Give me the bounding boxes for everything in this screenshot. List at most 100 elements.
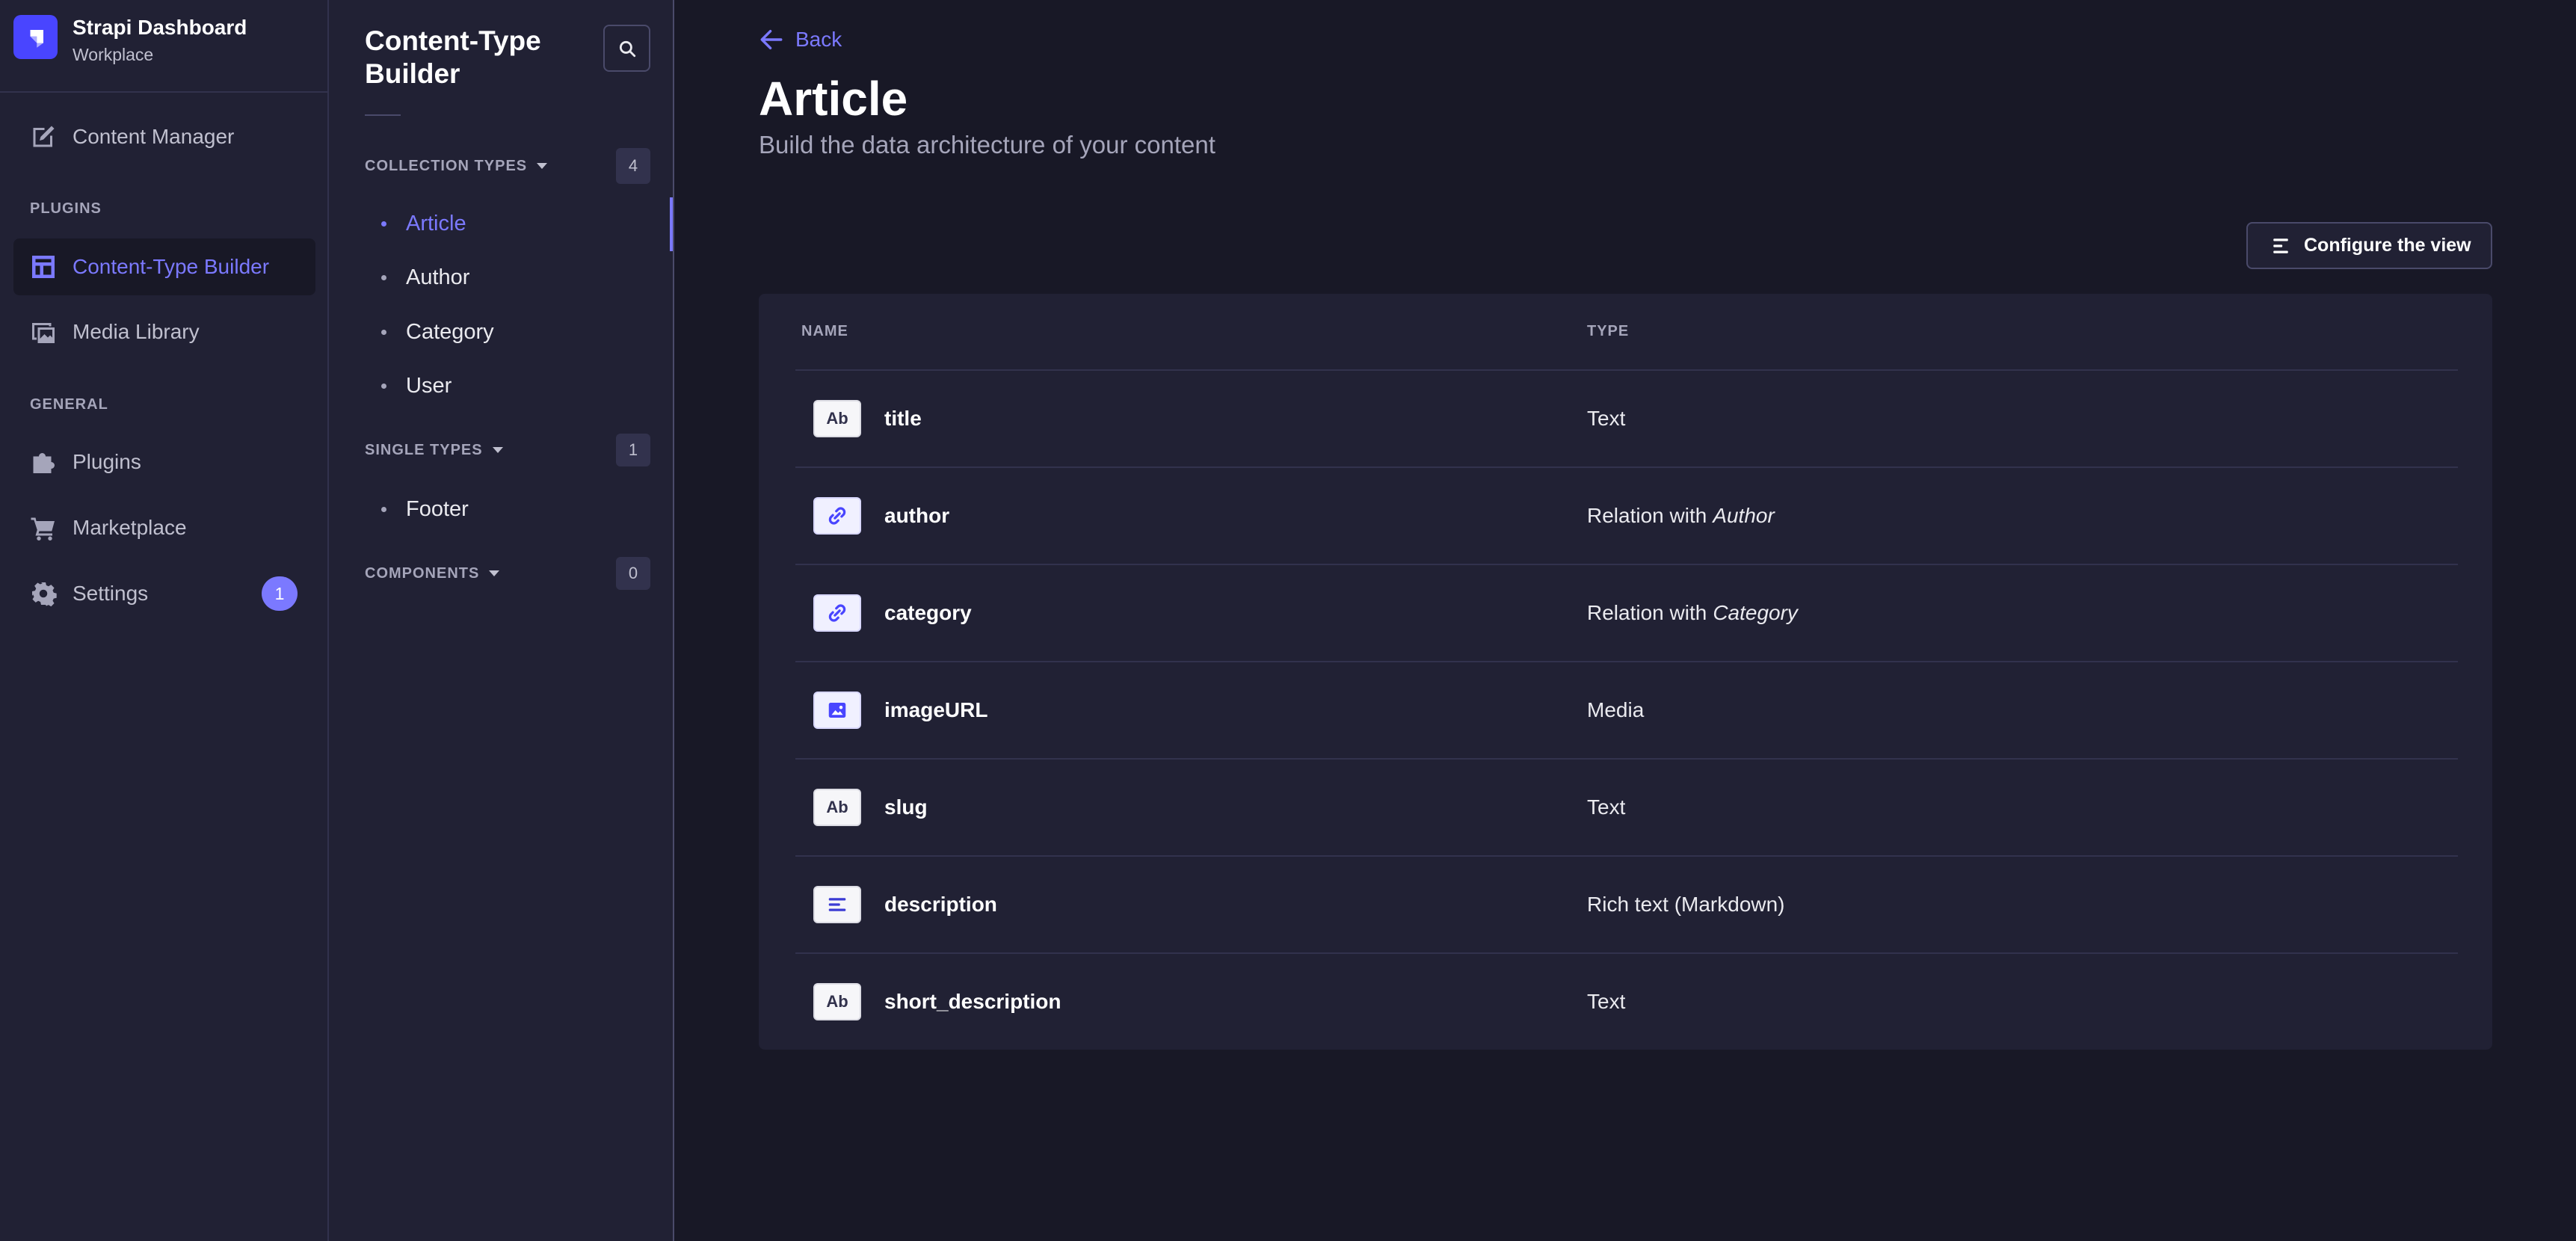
relation-icon xyxy=(813,497,861,535)
subnav-item-user[interactable]: User xyxy=(381,359,452,413)
table-row[interactable]: Ab short_description Text xyxy=(795,952,2458,1050)
puzzle-icon xyxy=(30,449,57,475)
field-type: Text xyxy=(1587,990,1625,1014)
nav-heading-plugins: PLUGINS xyxy=(30,200,102,217)
section-toggle-components[interactable]: COMPONENTS xyxy=(365,564,500,582)
text-icon: Ab xyxy=(813,400,861,437)
field-name: imageURL xyxy=(884,698,988,721)
section-collection-types: COLLECTION TYPES 4 xyxy=(365,148,650,184)
field-type-label: Rich text (Markdown) xyxy=(1587,893,1785,916)
strapi-logo-icon xyxy=(30,29,43,48)
caret-down-icon xyxy=(537,163,548,169)
section-components: COMPONENTS 0 xyxy=(365,557,650,590)
bullet-icon xyxy=(381,506,386,512)
page-subtitle: Build the data architecture of your cont… xyxy=(759,131,1215,158)
text-icon: Ab xyxy=(813,983,861,1020)
section-count-badge: 1 xyxy=(616,434,650,466)
search-icon xyxy=(617,39,637,58)
section-label: COLLECTION TYPES xyxy=(365,157,528,174)
cart-icon xyxy=(30,514,57,541)
notification-badge: 1 xyxy=(262,576,298,611)
arrow-left-icon xyxy=(759,27,795,52)
section-single-types: SINGLE TYPES 1 xyxy=(365,434,650,466)
field-type-label: Relation with xyxy=(1587,504,1707,527)
subnav-item-label: User xyxy=(406,373,452,398)
bullet-icon xyxy=(381,274,386,280)
section-label: COMPONENTS xyxy=(365,564,480,582)
section-toggle-single-types[interactable]: SINGLE TYPES xyxy=(365,442,503,459)
nav-item-marketplace[interactable]: Marketplace xyxy=(13,499,315,556)
app-title: Strapi Dashboard xyxy=(73,16,247,39)
layers-icon xyxy=(2271,236,2304,256)
field-name: category xyxy=(884,601,972,624)
configure-view-button[interactable]: Configure the view xyxy=(2246,222,2492,269)
nav-item-media-library[interactable]: Media Library xyxy=(13,304,315,360)
configure-view-label: Configure the view xyxy=(2304,235,2471,256)
field-type: Relation with Author xyxy=(1587,504,1775,528)
field-type: Relation with Category xyxy=(1587,601,1798,625)
table-row[interactable]: description Rich text (Markdown) xyxy=(795,855,2458,952)
nav-item-plugins[interactable]: Plugins xyxy=(13,434,315,490)
bullet-icon xyxy=(381,221,386,227)
nav-item-settings[interactable]: Settings 1 xyxy=(13,565,315,622)
bullet-icon xyxy=(381,383,386,389)
column-header-name: NAME xyxy=(801,323,848,339)
caret-down-icon xyxy=(489,570,500,576)
subnav-item-category[interactable]: Category xyxy=(381,305,494,359)
strapi-logo[interactable] xyxy=(13,15,58,59)
table-row[interactable]: Ab title Text xyxy=(795,369,2458,466)
table-row[interactable]: category Relation with Category xyxy=(795,564,2458,661)
field-type-label: Media xyxy=(1587,698,1645,721)
field-type-label: Relation with xyxy=(1587,601,1707,624)
field-type: Media xyxy=(1587,698,1644,722)
section-count-badge: 0 xyxy=(616,557,650,590)
field-type: Rich text (Markdown) xyxy=(1587,893,1785,917)
subnav-item-label: Author xyxy=(406,265,470,289)
caret-down-icon xyxy=(492,447,503,453)
field-name: description xyxy=(884,893,997,916)
subnav-item-label: Article xyxy=(406,211,466,235)
section-count-badge: 4 xyxy=(616,148,650,184)
section-toggle-collection-types[interactable]: COLLECTION TYPES xyxy=(365,157,548,175)
subnav-title: Content-Type Builder xyxy=(365,25,541,89)
fields-table: NAME TYPE Ab title Text author Relation … xyxy=(759,294,2492,1050)
subnav-item-footer[interactable]: Footer xyxy=(381,482,469,536)
relation-icon xyxy=(813,594,861,632)
subnav-item-label: Footer xyxy=(406,496,469,521)
subnav-item-label: Category xyxy=(406,319,494,344)
text-icon: Ab xyxy=(813,789,861,826)
pencil-icon xyxy=(30,123,57,150)
nav-item-content-type-builder[interactable]: Content-Type Builder xyxy=(13,238,315,295)
bullet-icon xyxy=(381,329,386,335)
subnav-item-article[interactable]: Article xyxy=(381,197,466,250)
table-row[interactable]: imageURL Media xyxy=(795,661,2458,758)
field-type: Text xyxy=(1587,407,1625,431)
table-row[interactable]: Ab slug Text xyxy=(795,758,2458,855)
nav-item-label: Media Library xyxy=(73,320,200,343)
field-type-label: Text xyxy=(1587,990,1626,1013)
main-content: Back Article Build the data architecture… xyxy=(674,0,2576,1241)
search-button[interactable] xyxy=(603,25,650,72)
nav-item-label: Marketplace xyxy=(73,516,187,539)
column-header-type: TYPE xyxy=(1587,323,1630,339)
table-row[interactable]: author Relation with Author xyxy=(795,466,2458,564)
workspace-name: Workplace xyxy=(73,45,154,64)
images-icon xyxy=(30,318,57,345)
relation-target: Author xyxy=(1713,504,1775,527)
table-header: NAME TYPE xyxy=(795,294,2458,369)
field-name: author xyxy=(884,504,950,527)
field-type-label: Text xyxy=(1587,795,1626,819)
back-link[interactable]: Back xyxy=(759,22,842,57)
layout-icon xyxy=(30,253,57,280)
nav-item-content-manager[interactable]: Content Manager xyxy=(13,108,315,165)
field-name: slug xyxy=(884,795,928,819)
back-label: Back xyxy=(795,28,842,51)
field-type-label: Text xyxy=(1587,407,1626,430)
content-type-builder-subnav: Content-Type Builder COLLECTION TYPES 4 … xyxy=(329,0,674,1241)
section-label: SINGLE TYPES xyxy=(365,441,483,458)
field-name: short_description xyxy=(884,990,1061,1013)
nav-heading-general: GENERAL xyxy=(30,396,108,413)
subnav-divider xyxy=(365,114,401,116)
gear-icon xyxy=(30,580,57,607)
subnav-item-author[interactable]: Author xyxy=(381,250,469,304)
